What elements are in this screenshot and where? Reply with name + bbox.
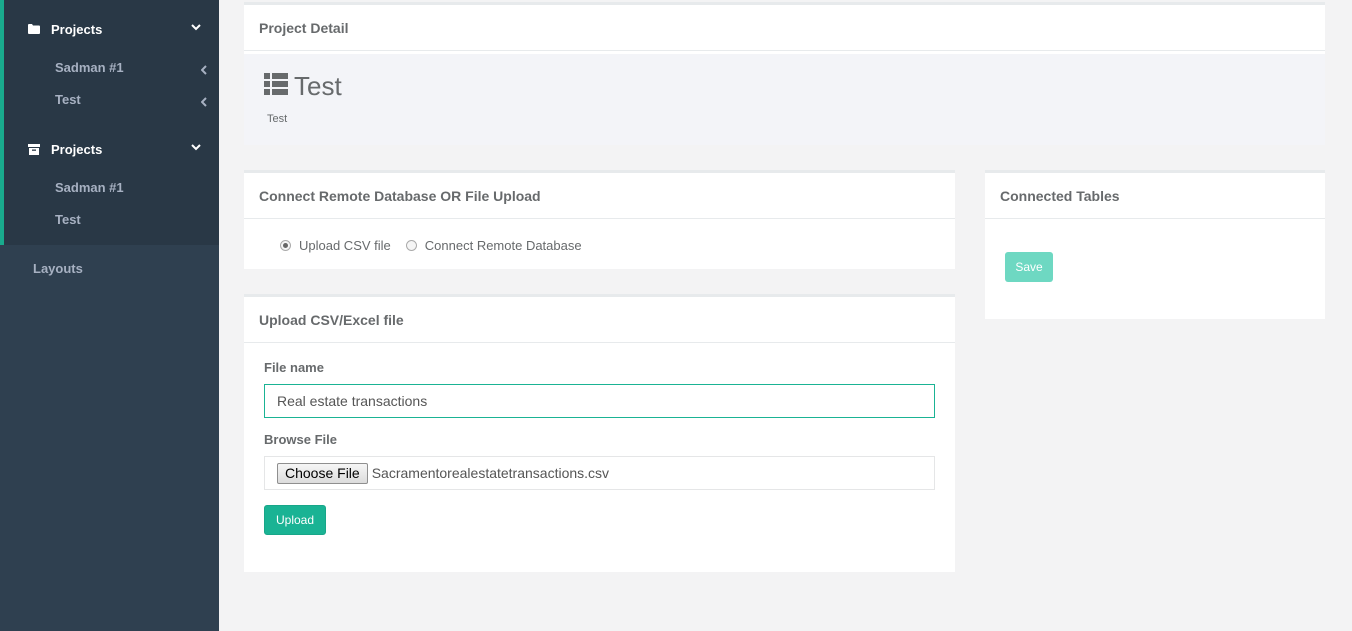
nav-item-sadman-1[interactable]: Sadman #1 <box>55 180 124 195</box>
nav-item-test[interactable]: Test <box>55 92 81 107</box>
choose-file-button[interactable]: Choose File <box>277 462 368 484</box>
panel-title: Connect Remote Database OR File Upload <box>244 173 955 219</box>
chevron-down-icon[interactable] <box>191 24 201 34</box>
radio-remote-db[interactable] <box>405 240 417 251</box>
project-description: Test <box>267 113 288 125</box>
connect-panel: Connect Remote Database OR File Upload U… <box>244 170 955 269</box>
chevron-left-icon[interactable] <box>200 62 209 75</box>
source-radio-group: Upload CSV file Connect Remote Database <box>280 238 597 253</box>
nav-projects-label: Projects <box>51 21 103 37</box>
chevron-down-icon[interactable] <box>191 144 201 154</box>
project-detail-panel: Project Detail Test Test <box>244 2 1325 145</box>
sidebar: Projects Sadman #1 Test Projects Sadman … <box>0 0 219 631</box>
project-name-text: Test <box>294 71 342 101</box>
nav-item-test[interactable]: Test <box>55 212 81 227</box>
file-name-input[interactable] <box>264 384 935 418</box>
upload-button[interactable]: Upload <box>264 505 326 535</box>
table-list-icon <box>264 73 288 100</box>
project-name: Test <box>264 71 342 102</box>
connected-tables-panel: Connected Tables Save <box>985 170 1325 319</box>
nav-item-sadman-1[interactable]: Sadman #1 <box>55 60 124 75</box>
radio-upload-csv[interactable] <box>280 240 291 251</box>
nav-group-projects-2: Projects Sadman #1 Test <box>0 121 219 245</box>
folder-icon <box>28 23 40 35</box>
archive-icon <box>28 143 40 155</box>
browse-file-label: Browse File <box>264 432 337 447</box>
file-picker: Choose File Sacramentorealestatetransact… <box>264 456 935 490</box>
radio-remote-db-label[interactable]: Connect Remote Database <box>425 238 582 253</box>
project-detail-body: Test Test <box>244 54 1325 145</box>
chosen-file-name: Sacramentorealestatetransactions.csv <box>371 465 610 481</box>
file-name-label: File name <box>264 360 324 375</box>
nav-projects-2[interactable]: Projects <box>28 139 102 159</box>
panel-title: Connected Tables <box>985 173 1325 219</box>
chevron-left-icon[interactable] <box>200 94 209 107</box>
radio-upload-csv-label[interactable]: Upload CSV file <box>299 238 391 253</box>
nav-layouts[interactable]: Layouts <box>33 261 83 276</box>
panel-title: Project Detail <box>244 5 1325 51</box>
panel-title: Upload CSV/Excel file <box>244 297 955 343</box>
upload-panel: Upload CSV/Excel file File name Browse F… <box>244 294 955 572</box>
nav-projects-label: Projects <box>51 141 103 157</box>
nav-group-projects-1: Projects Sadman #1 Test <box>0 0 219 121</box>
nav-projects-1[interactable]: Projects <box>28 19 102 39</box>
save-button[interactable]: Save <box>1005 252 1053 282</box>
